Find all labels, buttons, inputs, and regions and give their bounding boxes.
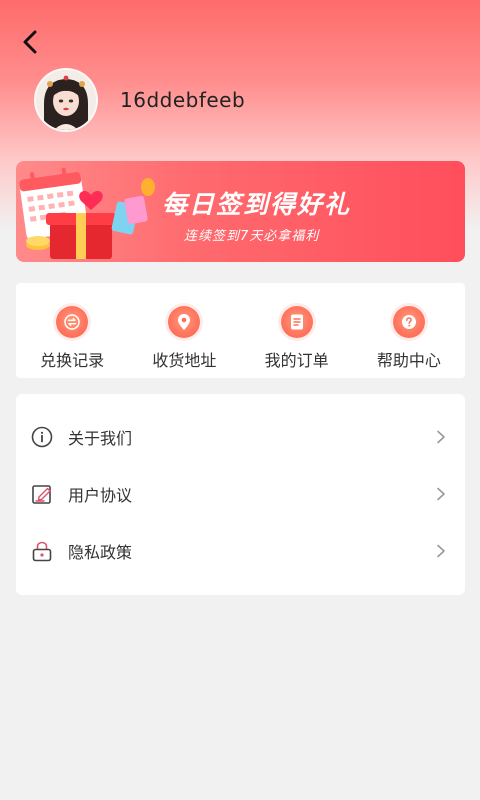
- quick-action-help-center[interactable]: 帮助中心: [353, 283, 465, 378]
- order-icon: [280, 306, 313, 338]
- menu-item-user-agreement[interactable]: 用户协议: [16, 465, 465, 522]
- quick-action-label: 收货地址: [152, 351, 217, 370]
- menu-card: 关于我们 用户协议 隐私政策: [16, 394, 465, 595]
- chevron-right-icon: [437, 430, 445, 443]
- quick-action-label: 我的订单: [264, 351, 329, 370]
- menu-item-about-us[interactable]: 关于我们: [16, 408, 465, 465]
- menu-item-label: 隐私政策: [68, 542, 133, 562]
- menu-item-label: 用户协议: [68, 485, 133, 505]
- gift-calendar-illustration: [19, 167, 155, 259]
- quick-action-label: 帮助中心: [376, 351, 441, 370]
- info-icon: [30, 425, 54, 449]
- help-icon: [392, 306, 425, 338]
- menu-item-label: 关于我们: [68, 428, 133, 448]
- quick-action-my-orders[interactable]: 我的订单: [241, 283, 353, 378]
- quick-action-exchange-records[interactable]: 兑换记录: [16, 283, 128, 378]
- banner-subtitle: 连续签到7天必拿福利: [184, 229, 320, 244]
- chevron-right-icon: [437, 544, 445, 557]
- location-icon: [168, 306, 201, 338]
- exchange-icon: [56, 306, 89, 338]
- lock-icon: [30, 539, 54, 563]
- edit-document-icon: [30, 482, 54, 506]
- avatar[interactable]: [34, 68, 98, 132]
- menu-item-privacy-policy[interactable]: 隐私政策: [16, 522, 465, 579]
- chevron-right-icon: [437, 487, 445, 500]
- banner-title: 每日签到得好礼: [162, 190, 352, 219]
- quick-actions-card: 兑换记录 收货地址 我的订单 帮助中心: [16, 283, 465, 378]
- back-button[interactable]: [14, 26, 46, 58]
- checkin-banner[interactable]: 每日签到得好礼 连续签到7天必拿福利: [16, 161, 465, 262]
- profile-section: 16ddebfeeb: [34, 68, 245, 132]
- quick-action-shipping-address[interactable]: 收货地址: [128, 283, 240, 378]
- username: 16ddebfeeb: [120, 88, 246, 112]
- back-arrow-icon: [23, 30, 37, 54]
- quick-action-label: 兑换记录: [40, 351, 105, 370]
